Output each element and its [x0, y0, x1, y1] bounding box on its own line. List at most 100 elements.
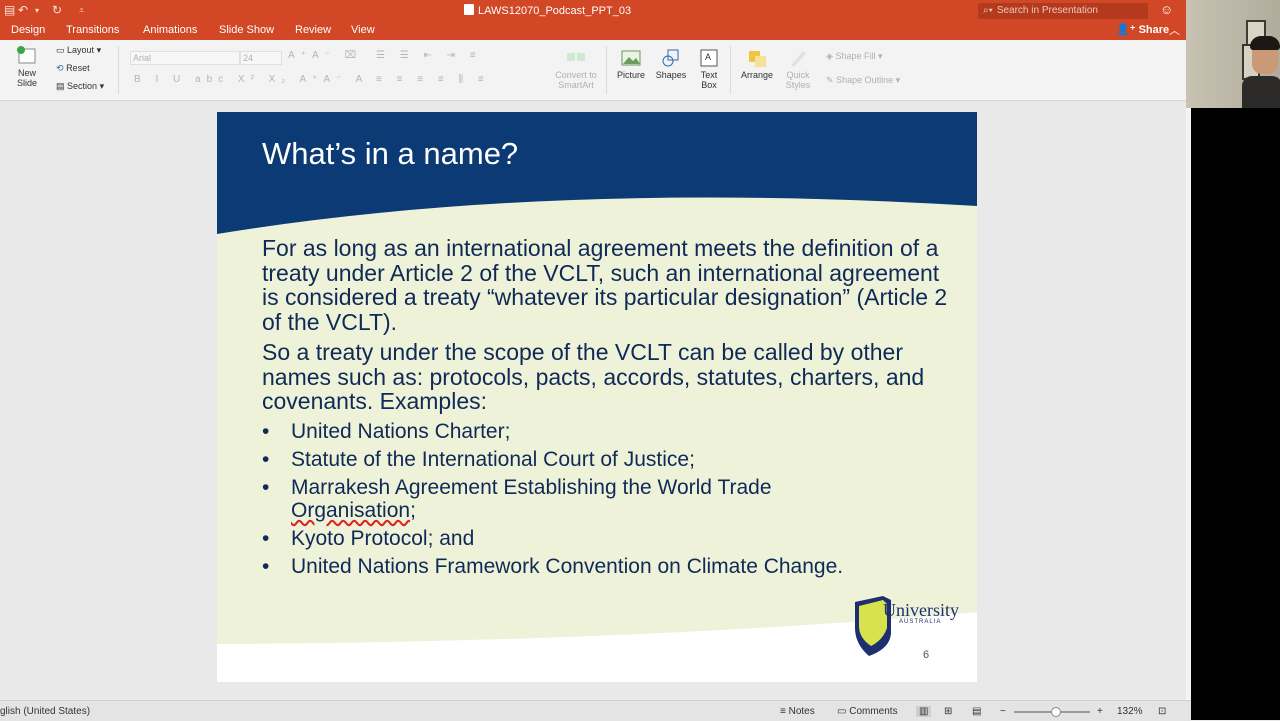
save-icon[interactable]: ▤ — [4, 3, 15, 17]
shapes-button[interactable]: Shapes — [654, 48, 688, 80]
reset-label: Reset — [66, 63, 90, 73]
section-button[interactable]: ▤ Section ▾ — [56, 81, 104, 92]
undo-dropdown-icon[interactable]: ▾ — [35, 6, 39, 15]
picture-button[interactable]: Picture — [614, 48, 648, 80]
logo-university-text: University — [883, 600, 959, 620]
reset-icon: ⟲ — [56, 63, 64, 73]
notes-label: Notes — [788, 706, 815, 717]
cq-university-logo: CQ University AUSTRALIA — [853, 594, 963, 660]
tab-design[interactable]: Design — [11, 24, 45, 36]
slide-number: 6 — [923, 649, 930, 661]
font-size-select[interactable]: 24 — [240, 51, 282, 65]
presenter-hair — [1250, 36, 1280, 50]
zoom-slider-handle[interactable] — [1051, 707, 1061, 717]
new-slide-label: New Slide — [16, 68, 37, 88]
list-item: United Nations Charter; — [262, 420, 952, 443]
shape-fill-button[interactable]: ◈ Shape Fill ▾ — [826, 51, 883, 62]
tab-review[interactable]: Review — [295, 24, 331, 36]
document-title: LAWS12070_Podcast_PPT_03 — [464, 4, 631, 17]
tab-slide-show[interactable]: Slide Show — [219, 24, 274, 36]
layout-button[interactable]: ▭ Layout ▾ — [56, 45, 101, 56]
tab-transitions[interactable]: Transitions — [66, 24, 119, 36]
tab-view[interactable]: View — [351, 24, 375, 36]
picture-icon — [621, 50, 641, 66]
slide-sorter-icon[interactable]: ⊞ — [944, 706, 952, 717]
black-side-panel — [1191, 108, 1280, 720]
tab-animations[interactable]: Animations — [143, 24, 197, 36]
slide-title[interactable]: What’s in a name? — [262, 136, 518, 172]
undo-icon[interactable]: ↶ — [18, 3, 28, 17]
customize-toolbar-icon[interactable]: ⩡ — [79, 5, 84, 16]
text-box-label: Text Box — [700, 70, 718, 90]
status-bar: glish (United States) ≡ Notes ▭ Comments… — [0, 700, 1191, 721]
list-item: Kyoto Protocol; and — [262, 527, 952, 550]
search-placeholder: Search in Presentation — [996, 5, 1098, 16]
language-status[interactable]: glish (United States) — [0, 706, 90, 717]
list-format-icons[interactable]: ☰ ☰ ⇤ ⇥ ≡ — [376, 50, 482, 61]
convert-smartart-button[interactable]: Convert to SmartArt — [552, 48, 600, 90]
slide-body[interactable]: For as long as an international agreemen… — [262, 236, 952, 583]
reading-view-icon[interactable]: ▤ — [972, 706, 981, 717]
svg-text:A: A — [705, 52, 711, 62]
list-item: Statute of the International Court of Ju… — [262, 448, 952, 471]
zoom-out-icon[interactable]: − — [1000, 706, 1006, 717]
quick-styles-label: Quick Styles — [785, 70, 811, 90]
logo-cq-text: CQ — [861, 604, 884, 620]
layout-label: Layout — [67, 45, 95, 55]
document-title-text: LAWS12070_Podcast_PPT_03 — [478, 5, 632, 17]
ribbon-divider — [118, 46, 119, 94]
comments-label: Comments — [849, 706, 898, 717]
fit-to-window-icon[interactable]: ⊡ — [1158, 706, 1166, 717]
text-box-button[interactable]: A Text Box — [694, 48, 724, 90]
shapes-label: Shapes — [655, 70, 687, 80]
share-button[interactable]: 👤⁺ Share — [1116, 23, 1169, 36]
font-size-value: 24 — [243, 53, 254, 63]
reset-button[interactable]: ⟲ Reset — [56, 63, 90, 74]
font-name-select[interactable]: Arial — [130, 51, 240, 65]
smartart-icon — [567, 53, 585, 61]
redo-icon[interactable]: ↻ — [52, 3, 62, 17]
list-item: Marrakesh Agreement Establishing the Wor… — [262, 476, 952, 522]
list-item-text: Marrakesh Agreement Establishing the Wor… — [291, 475, 772, 499]
webcam-video — [1186, 0, 1280, 108]
shape-outline-label: Shape Outline — [836, 75, 894, 85]
slide[interactable]: What’s in a name? For as long as an inte… — [217, 112, 977, 682]
section-label: Section — [67, 81, 98, 91]
collapse-ribbon-icon[interactable]: ︿ — [1169, 22, 1180, 38]
zoom-in-icon[interactable]: + — [1097, 706, 1103, 717]
pen-icon: ✎ — [826, 75, 834, 85]
comments-icon: ▭ — [837, 706, 847, 717]
ribbon-divider — [730, 46, 731, 94]
picture-label: Picture — [616, 70, 645, 80]
arrange-icon — [749, 51, 766, 67]
text-box-icon: A — [700, 49, 718, 67]
quick-styles-button[interactable]: Quick Styles — [782, 48, 814, 90]
body-paragraph: So a treaty under the scope of the VCLT … — [262, 339, 925, 414]
body-paragraph: For as long as an international agreemen… — [262, 235, 948, 335]
shapes-icon — [662, 49, 679, 67]
share-label: Share — [1138, 24, 1170, 36]
font-grow-shrink-icons[interactable]: A⁺A⁻ ⌧ — [288, 50, 362, 61]
new-slide-button[interactable]: New Slide — [10, 46, 44, 88]
text-format-icons[interactable]: B I U abc X² X₂ A⁺A⁻ A — [134, 74, 368, 85]
section-icon: ▤ — [56, 81, 65, 91]
zoom-level[interactable]: 132% — [1117, 706, 1143, 717]
quick-styles-icon — [791, 51, 806, 67]
alignment-icons[interactable]: ≡ ≡ ≡ ≡ ⫼ ≡ — [376, 74, 490, 85]
font-name-value: Arial — [133, 53, 152, 63]
normal-view-icon[interactable]: ▥ — [916, 706, 932, 717]
new-slide-icon — [17, 46, 36, 64]
powerpoint-doc-icon — [464, 4, 474, 15]
shape-outline-button[interactable]: ✎ Shape Outline ▾ — [826, 75, 900, 86]
notes-button[interactable]: ≡ Notes — [780, 706, 815, 717]
examples-list: United Nations Charter; Statute of the I… — [262, 420, 952, 578]
feedback-smiley-icon[interactable]: ☺ — [1160, 2, 1173, 17]
search-box[interactable]: ⌕▾ Search in Presentation — [978, 3, 1148, 19]
comments-button[interactable]: ▭ Comments — [837, 706, 898, 717]
spellcheck-word[interactable]: Organisation — [291, 499, 410, 522]
list-item-suffix: ; — [410, 498, 416, 522]
arrange-button[interactable]: Arrange — [738, 48, 776, 80]
arrange-label: Arrange — [740, 70, 774, 80]
convert-smartart-label: Convert to SmartArt — [555, 70, 597, 90]
search-icon: ⌕▾ — [983, 5, 993, 16]
